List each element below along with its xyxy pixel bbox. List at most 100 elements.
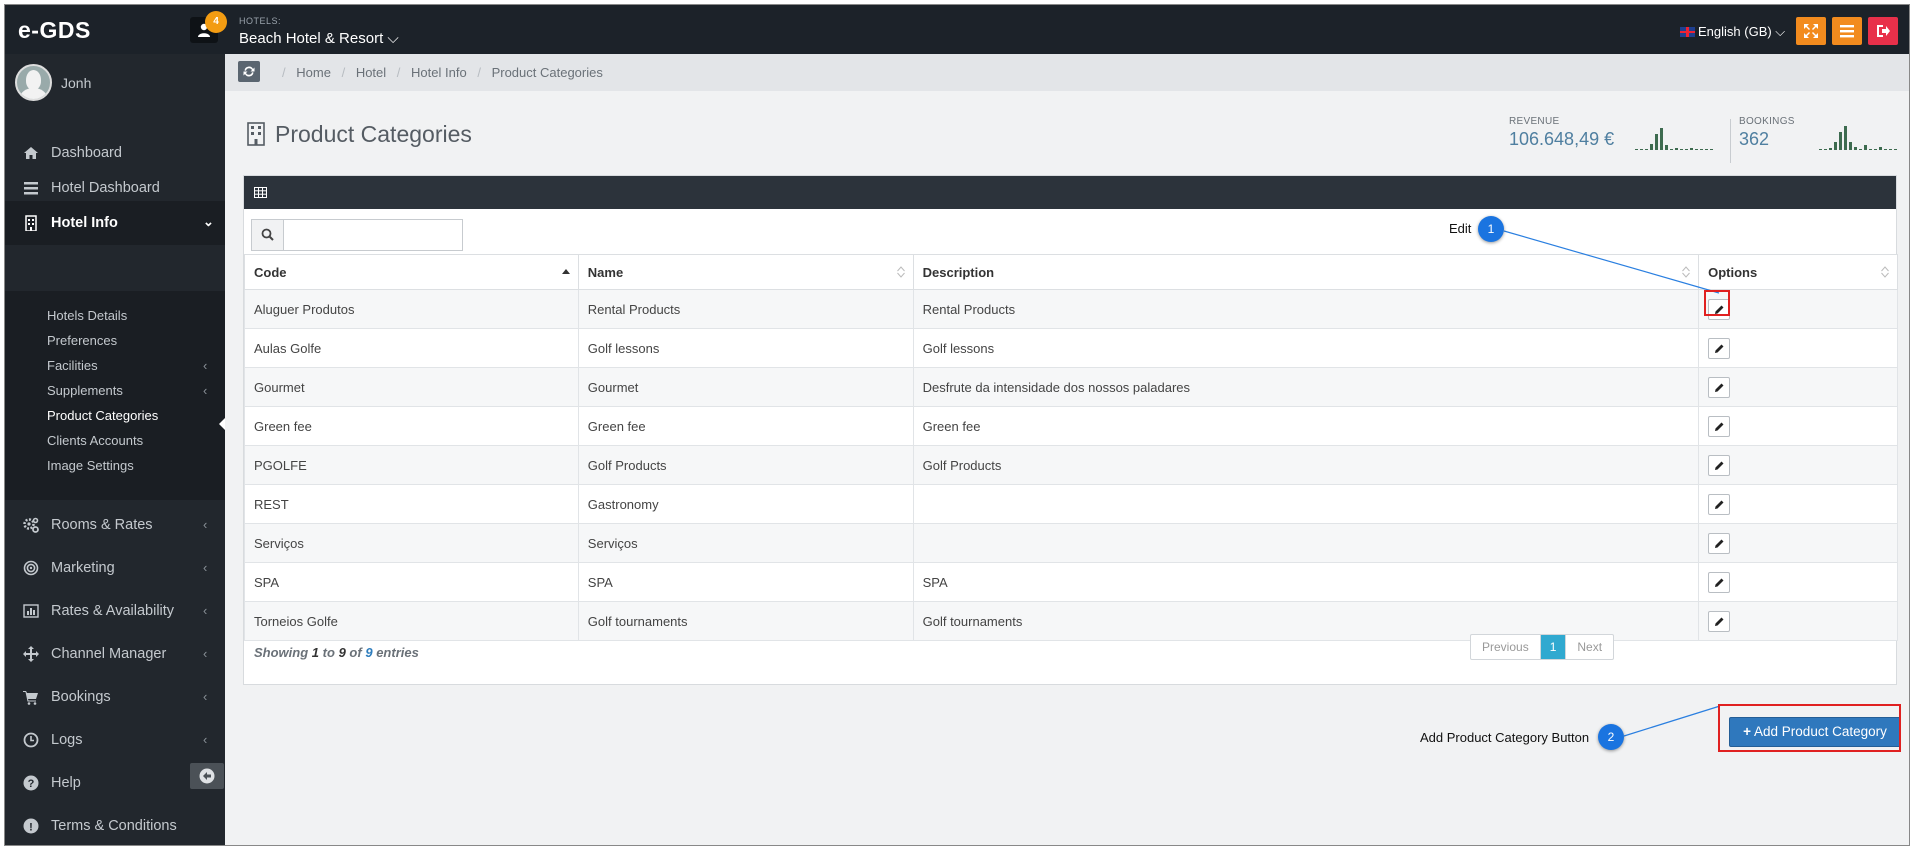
hotel-selector[interactable]: Beach Hotel & Resort ⌵ [239, 30, 399, 47]
pencil-icon [1715, 461, 1724, 470]
table-row: PGOLFE Golf Products Golf Products [244, 445, 1898, 485]
breadcrumb-hotel[interactable]: Hotel [356, 65, 386, 80]
submenu-item-supplements[interactable]: Supplements ‹ [47, 383, 207, 398]
edit-button[interactable] [1708, 571, 1731, 593]
edit-button[interactable] [1708, 454, 1731, 476]
cell-options [1698, 406, 1898, 446]
fullscreen-button[interactable] [1796, 17, 1826, 45]
table-row: Torneios Golfe Golf tournaments Golf tou… [244, 601, 1898, 641]
revenue-stat: REVENUE 106.648,49 € [1509, 116, 1614, 150]
submenu-label: Hotels Details [47, 308, 128, 323]
bookings-sparkline [1819, 126, 1897, 150]
sidebar: Jonh Dashboard Hotel Dashboard Hotel Inf… [5, 54, 226, 845]
pagination-previous[interactable]: Previous [1471, 635, 1541, 659]
column-header-code[interactable]: Code [244, 254, 579, 290]
sidebar-collapse-button[interactable] [190, 763, 224, 789]
pencil-icon [1715, 422, 1724, 431]
edit-button[interactable] [1708, 415, 1731, 437]
cell-options [1698, 367, 1898, 407]
cell-description: Golf Products [912, 445, 1700, 485]
pencil-icon [1715, 344, 1724, 353]
pagination: Previous 1 Next [1470, 634, 1615, 660]
refresh-button[interactable] [238, 61, 260, 82]
breadcrumb-home[interactable]: Home [296, 65, 331, 80]
submenu-label: Preferences [47, 333, 118, 348]
submenu-label: Product Categories [47, 408, 159, 423]
column-header-options[interactable]: Options [1698, 254, 1898, 290]
cell-description [912, 484, 1700, 524]
bullseye-icon [23, 560, 39, 576]
edit-button[interactable] [1708, 532, 1731, 554]
arrows-icon [23, 646, 39, 662]
home-icon [24, 147, 38, 159]
avatar[interactable] [15, 64, 52, 101]
cell-name: Gastronomy [577, 484, 914, 524]
edit-button[interactable] [1708, 337, 1731, 359]
showing-of-word: of [349, 645, 362, 660]
cell-options [1698, 328, 1898, 368]
breadcrumb-hotel-info[interactable]: Hotel Info [411, 65, 467, 80]
submenu-item-facilities[interactable]: Facilities ‹ [47, 358, 207, 373]
cell-name: Serviços [577, 523, 914, 563]
cell-description: Desfrute da intensidade dos nossos palad… [912, 367, 1700, 407]
submenu-item-clients-accounts[interactable]: Clients Accounts [47, 433, 143, 448]
language-label: English (GB) ⌵ [1698, 24, 1786, 39]
chevron-left-icon: ‹ [203, 560, 208, 575]
sort-both-icon [1682, 266, 1690, 278]
main-content: / Home / Hotel / Hotel Info / Product Ca… [225, 54, 1909, 845]
sidebar-item-dashboard[interactable]: Dashboard [5, 133, 225, 173]
submenu-item-hotels-details[interactable]: Hotels Details [47, 308, 127, 323]
showing-prefix: Showing [254, 645, 309, 660]
pagination-page-1[interactable]: 1 [1540, 635, 1566, 659]
submenu-item-preferences[interactable]: Preferences [47, 333, 117, 348]
sidebar-item-logs[interactable]: Logs ‹ [5, 720, 225, 760]
cell-description: SPA [912, 562, 1700, 602]
language-selector[interactable]: English (GB) ⌵ [1680, 24, 1785, 40]
sidebar-item-label: Help [51, 775, 81, 791]
breadcrumb-separator: / [341, 65, 346, 80]
sidebar-item-bookings[interactable]: Bookings ‹ [5, 677, 225, 717]
cell-code: SPA [244, 562, 579, 602]
breadcrumb-bar: / Home / Hotel / Hotel Info / Product Ca… [225, 54, 1909, 91]
hotel-info-submenu: Hotels Details Preferences Facilities ‹ S… [5, 291, 225, 500]
search-button[interactable] [252, 220, 284, 250]
pagination-next[interactable]: Next [1565, 635, 1613, 659]
hotel-selector-caption: HOTELS: [239, 16, 282, 26]
app-logo: e-GDS [18, 17, 91, 43]
revenue-caption: REVENUE [1509, 116, 1560, 127]
tasks-icon [24, 182, 38, 195]
cell-description: Golf lessons [912, 328, 1700, 368]
submenu-item-product-categories[interactable]: Product Categories [47, 408, 158, 423]
submenu-label: Facilities [47, 358, 98, 373]
sidebar-item-rooms-rates[interactable]: Rooms & Rates ‹ [5, 505, 225, 545]
edit-button[interactable] [1708, 610, 1731, 632]
sidebar-item-label: Hotel Info [51, 215, 118, 231]
sidebar-item-label: Channel Manager [51, 646, 167, 662]
svg-text:?: ? [28, 778, 35, 790]
breadcrumb-separator: / [282, 65, 286, 80]
sidebar-item-hotel-info[interactable]: Hotel Info ⌄ [5, 201, 225, 245]
column-header-description[interactable]: Description [912, 254, 1700, 290]
sidebar-item-rates-availability[interactable]: Rates & Availability ‹ [5, 591, 225, 631]
sign-out-icon [1877, 25, 1890, 37]
logout-button[interactable] [1868, 17, 1898, 45]
sidebar-item-terms-conditions[interactable]: ! Terms & Conditions [5, 806, 225, 845]
pencil-icon [1715, 578, 1724, 587]
sidebar-item-channel-manager[interactable]: Channel Manager ‹ [5, 634, 225, 674]
edit-button[interactable] [1708, 376, 1731, 398]
sidebar-item-marketing[interactable]: Marketing ‹ [5, 548, 225, 588]
edit-button[interactable] [1708, 493, 1731, 515]
table-search [251, 219, 463, 251]
annotation-label-edit: Edit [1449, 221, 1472, 236]
search-input[interactable] [284, 220, 462, 250]
chevron-left-icon: ‹ [203, 646, 208, 661]
pencil-icon [1715, 539, 1724, 548]
sidebar-item-label: Marketing [51, 560, 115, 576]
cell-code: Aulas Golfe [244, 328, 579, 368]
submenu-item-image-settings[interactable]: Image Settings [47, 458, 134, 473]
column-header-name[interactable]: Name [577, 254, 914, 290]
menu-button[interactable] [1832, 17, 1862, 45]
uk-flag-icon [1680, 27, 1695, 37]
annotation-highlight-add-button [1718, 704, 1901, 752]
cell-name: Golf lessons [577, 328, 914, 368]
